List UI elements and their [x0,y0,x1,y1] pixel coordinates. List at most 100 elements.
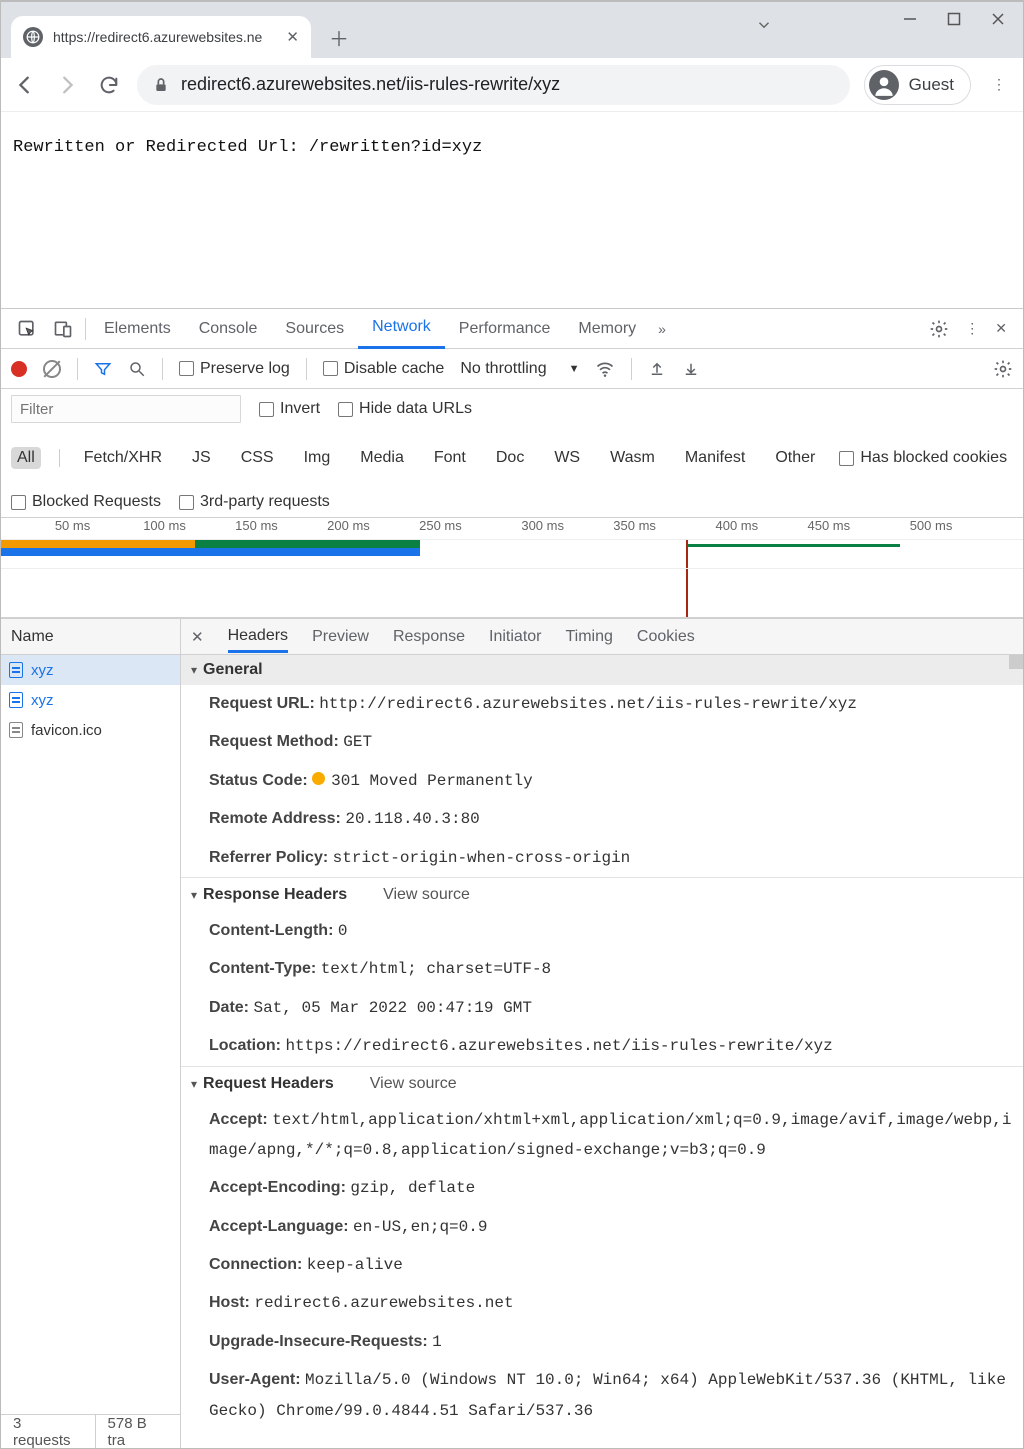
throttling-select[interactable]: No throttling▼ [460,360,579,378]
preserve-log-checkbox[interactable]: Preserve log [179,360,290,378]
status-transferred: 578 B tra [96,1415,180,1448]
third-party-checkbox[interactable]: 3rd-party requests [179,493,330,511]
address-bar-row: redirect6.azurewebsites.net/iis-rules-re… [1,58,1023,112]
request-list: Name xyz xyz favicon.ico 3 requests 578 … [1,619,181,1448]
view-source-link[interactable]: View source [370,1075,457,1093]
filter-type-manifest[interactable]: Manifest [679,447,751,469]
profile-label: Guest [909,75,954,95]
download-har-icon[interactable] [682,360,700,378]
url-text: redirect6.azurewebsites.net/iis-rules-re… [181,74,560,95]
request-row[interactable]: xyz [1,655,180,685]
detail-tab-response[interactable]: Response [393,628,465,646]
kv-referrer-policy: Referrer Policy: strict-origin-when-cros… [181,839,1023,877]
forward-button[interactable] [53,71,81,99]
disable-cache-checkbox[interactable]: Disable cache [323,360,445,378]
filter-type-img[interactable]: Img [298,447,337,469]
status-requests: 3 requests [1,1415,96,1448]
omnibox[interactable]: redirect6.azurewebsites.net/iis-rules-re… [137,65,850,105]
maximize-icon[interactable] [947,12,961,26]
reload-button[interactable] [95,71,123,99]
filter-type-js[interactable]: JS [186,447,217,469]
document-icon [9,662,23,678]
network-conditions-icon[interactable] [595,359,615,379]
globe-icon [23,27,43,47]
close-detail-icon[interactable]: ✕ [191,628,204,646]
status-bar: 3 requests 578 B tra [1,1414,180,1448]
devtools-menu-icon[interactable]: ⋮ [957,320,987,337]
minimize-icon[interactable] [903,12,917,26]
filter-row: Invert Hide data URLs All Fetch/XHR JS C… [1,389,1023,518]
close-devtools-icon[interactable]: ✕ [987,320,1015,337]
tab-sources[interactable]: Sources [271,309,358,349]
detail-tab-timing[interactable]: Timing [565,628,612,646]
view-source-link[interactable]: View source [383,886,470,904]
detail-tabs: ✕ Headers Preview Response Initiator Tim… [181,619,1023,655]
filter-input[interactable] [11,395,241,423]
kv-request-method: Request Method: GET [181,723,1023,761]
request-detail: ✕ Headers Preview Response Initiator Tim… [181,619,1023,1448]
close-tab-icon[interactable]: ✕ [286,28,299,46]
request-row[interactable]: favicon.ico [1,715,180,745]
tab-network[interactable]: Network [358,309,445,349]
browser-window: https://redirect6.azurewebsites.ne ✕ ＋ r… [0,0,1024,1449]
has-blocked-cookies-checkbox[interactable]: Has blocked cookies [839,449,1007,467]
detail-tab-preview[interactable]: Preview [312,628,369,646]
new-tab-button[interactable]: ＋ [311,23,367,52]
section-general: General Request URL: http://redirect6.az… [181,655,1023,878]
scrollbar-thumb[interactable] [1009,655,1023,669]
page-body-text: Rewritten or Redirected Url: /rewritten?… [13,138,482,157]
browser-tab[interactable]: https://redirect6.azurewebsites.ne ✕ [11,16,311,58]
clear-button[interactable] [43,360,61,378]
record-button[interactable] [11,361,27,377]
device-toggle-icon[interactable] [45,319,81,339]
filter-type-wasm[interactable]: Wasm [604,447,661,469]
profile-pill[interactable]: Guest [864,65,971,105]
tab-title: https://redirect6.azurewebsites.ne [53,29,276,45]
tab-console[interactable]: Console [185,309,272,349]
request-row[interactable]: xyz [1,685,180,715]
tab-memory[interactable]: Memory [564,309,650,349]
hide-data-urls-checkbox[interactable]: Hide data URLs [338,400,472,418]
filter-type-css[interactable]: CSS [235,447,280,469]
status-dot-icon [312,772,325,785]
detail-tab-cookies[interactable]: Cookies [637,628,695,646]
detail-tab-headers[interactable]: Headers [228,627,288,653]
filter-type-fetchxhr[interactable]: Fetch/XHR [78,447,168,469]
invert-checkbox[interactable]: Invert [259,400,320,418]
devtools-panel: Elements Console Sources Network Perform… [1,308,1023,1448]
tab-performance[interactable]: Performance [445,309,565,349]
network-toolbar: Preserve log Disable cache No throttling… [1,349,1023,389]
document-icon [9,722,23,738]
inspect-icon[interactable] [9,319,45,339]
network-timeline[interactable]: 50 ms 100 ms 150 ms 200 ms 250 ms 300 ms… [1,518,1023,618]
kv-request-url: Request URL: http://redirect6.azurewebsi… [181,685,1023,723]
toolbar-settings-icon[interactable] [993,359,1013,379]
section-response-headers: Response HeadersView source Content-Leng… [181,878,1023,1067]
filter-toggle-icon[interactable] [94,360,112,378]
network-panes: Name xyz xyz favicon.ico 3 requests 578 … [1,618,1023,1448]
kebab-menu-icon[interactable]: ⋮ [985,76,1013,93]
section-request-headers: Request HeadersView source Accept: text/… [181,1067,1023,1431]
filter-type-ws[interactable]: WS [548,447,586,469]
detail-tab-initiator[interactable]: Initiator [489,628,541,646]
tab-elements[interactable]: Elements [90,309,185,349]
lock-icon [153,76,169,94]
search-icon[interactable] [128,360,146,378]
close-window-icon[interactable] [991,12,1005,26]
filter-type-doc[interactable]: Doc [490,447,530,469]
tabs-caret-icon[interactable] [755,16,773,34]
document-icon [9,692,23,708]
name-column-header[interactable]: Name [1,619,180,655]
upload-har-icon[interactable] [648,360,666,378]
filter-type-font[interactable]: Font [428,447,472,469]
title-bar: https://redirect6.azurewebsites.ne ✕ ＋ [1,2,1023,58]
kv-remote-address: Remote Address: 20.118.40.3:80 [181,800,1023,838]
filter-type-all[interactable]: All [11,447,41,469]
filter-type-other[interactable]: Other [769,447,821,469]
more-tabs-icon[interactable]: » [650,321,674,337]
devtools-tabs: Elements Console Sources Network Perform… [1,309,1023,349]
settings-icon[interactable] [921,319,957,339]
blocked-requests-checkbox[interactable]: Blocked Requests [11,493,161,511]
back-button[interactable] [11,71,39,99]
filter-type-media[interactable]: Media [354,447,410,469]
